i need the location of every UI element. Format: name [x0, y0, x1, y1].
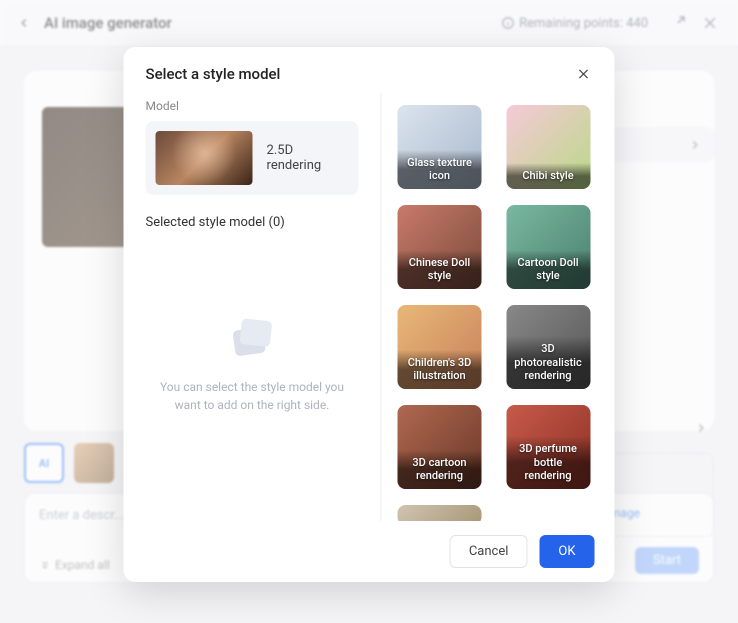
style-card-chibi[interactable]: Chibi style: [506, 105, 590, 189]
styles-grid: Glass texture icon Chibi style Chinese Dol…: [398, 105, 599, 521]
styles-column: Glass texture icon Chibi style Chinese Dol…: [382, 93, 615, 521]
style-card-glass[interactable]: Glass texture icon: [398, 105, 482, 189]
dialog-close-button[interactable]: [575, 65, 593, 83]
style-card-cartoondoll[interactable]: Cartoon Doll style: [506, 205, 590, 289]
style-card-partial[interactable]: [398, 505, 482, 521]
style-card-label: 3D photorealistic rendering: [506, 336, 590, 389]
current-model-name: 2.5D rendering: [267, 143, 349, 173]
model-section-label: Model: [146, 99, 359, 113]
current-model-card[interactable]: 2.5D rendering: [146, 121, 359, 195]
style-card-label: 3D cartoon rendering: [398, 450, 482, 490]
style-card-chinadoll[interactable]: Chinese Doll style: [398, 205, 482, 289]
style-card-children3d[interactable]: Children's 3D illustration: [398, 305, 482, 389]
style-card-label: 3D perfume bottle rendering: [506, 436, 590, 489]
empty-state-text: You can select the style model you want …: [156, 378, 349, 414]
style-card-label: Chinese Doll style: [398, 250, 482, 290]
cancel-button[interactable]: Cancel: [450, 535, 528, 568]
style-card-perfume3d[interactable]: 3D perfume bottle rendering: [506, 405, 590, 489]
dialog-header: Select a style model: [124, 47, 615, 93]
style-card-photoreal3d[interactable]: 3D photorealistic rendering: [506, 305, 590, 389]
style-card-label: Chibi style: [506, 163, 590, 189]
close-icon: [577, 67, 591, 81]
style-card-label: Glass texture icon: [398, 150, 482, 190]
style-card-label: Cartoon Doll style: [506, 250, 590, 290]
style-card-label: Children's 3D illustration: [398, 350, 482, 390]
style-card-cartoon3d[interactable]: 3D cartoon rendering: [398, 405, 482, 489]
empty-state: You can select the style model you want …: [146, 230, 359, 521]
model-thumbnail: [156, 131, 253, 185]
dialog-title: Select a style model: [146, 65, 281, 83]
selected-style-label: Selected style model (0): [146, 215, 359, 230]
ok-button[interactable]: OK: [539, 535, 594, 568]
style-model-dialog: Select a style model Model 2.5D renderin…: [124, 47, 615, 582]
stack-icon: [224, 308, 280, 364]
model-column: Model 2.5D rendering Selected style mode…: [124, 93, 382, 521]
dialog-footer: Cancel OK: [124, 521, 615, 582]
